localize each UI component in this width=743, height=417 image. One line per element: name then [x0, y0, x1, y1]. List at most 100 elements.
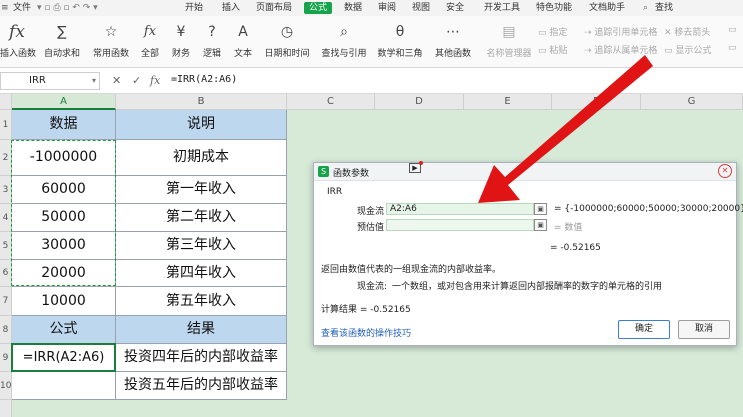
name-manager-button[interactable]: ▤ 名称管理器 — [484, 20, 534, 59]
menu-review[interactable]: 审阅 — [378, 2, 396, 14]
all-functions-button[interactable]: fx 全部 — [137, 20, 163, 59]
cell-b8[interactable]: 结果 — [116, 316, 287, 344]
menu-search[interactable]: 查找 — [655, 2, 673, 14]
cell-a6[interactable]: 20000 — [12, 260, 116, 287]
param-values-label: 现金流 — [357, 207, 385, 217]
column-header-f[interactable]: F — [552, 94, 641, 110]
cell-a2[interactable]: -1000000 — [12, 140, 116, 176]
param-values-result: = {-1000000;60000;50000;30000;20000} — [554, 204, 743, 214]
cell-b3[interactable]: 第一年收入 — [116, 176, 287, 204]
cell-a5[interactable]: 30000 — [12, 232, 116, 260]
cell-a1[interactable]: 数据 — [12, 110, 116, 140]
menu-security[interactable]: 安全 — [446, 2, 464, 14]
lookup-button[interactable]: ⌕ 查找与引用 — [318, 20, 370, 59]
param-guess-input[interactable] — [386, 219, 534, 231]
row-header-8[interactable]: 8 — [0, 316, 12, 344]
menu-view[interactable]: 视图 — [412, 2, 430, 14]
cell-b10[interactable]: 投资五年后的内部收益率 — [116, 372, 287, 400]
ok-button[interactable]: 确定 — [618, 320, 670, 339]
dialog-title-bar[interactable]: S 函数参数 ✕ — [314, 163, 736, 181]
name-box[interactable]: IRR ▾ — [0, 72, 100, 90]
insert-function-button[interactable]: fx 插入函数 — [0, 20, 36, 59]
trace-dependents-button[interactable]: ⇢ 追踪从属单元格 — [584, 43, 657, 56]
column-header-g[interactable]: G — [641, 94, 743, 110]
toolbar-quick-icons[interactable]: ▾ ▫ ⎙ ▫ ↶ ↷ ▾ — [37, 2, 98, 14]
row-header-2[interactable]: 2 — [0, 140, 12, 176]
menu-doc-helper[interactable]: 文档助手 — [589, 2, 625, 14]
row-header-10[interactable]: 10 — [0, 372, 12, 400]
formula-input[interactable]: =IRR(A2:A6) — [171, 74, 237, 85]
tips-video-icon[interactable]: ▶ — [409, 161, 423, 173]
cell-a8[interactable]: 公式 — [12, 316, 116, 344]
menu-bar: ≡ 文件 ▾ ▫ ⎙ ▫ ↶ ↷ ▾ 开始 插入 页面布局 公式 数据 审阅 视… — [0, 0, 743, 16]
range-select-icon[interactable]: ▣ — [534, 203, 547, 215]
logic-button[interactable]: ? 逻辑 — [199, 20, 225, 59]
menu-file[interactable]: 文件 — [13, 2, 31, 14]
confirm-icon[interactable]: ✓ — [132, 74, 141, 87]
cell-a9[interactable]: =IRR(A2:A6) — [12, 344, 116, 372]
function-arguments-dialog: S 函数参数 ✕ IRR 现金流 A2:A6 ▣ = {-1000000;600… — [313, 162, 743, 346]
autosum-button[interactable]: ∑ 自动求和 — [40, 20, 84, 59]
math-button[interactable]: θ 数学和三角 — [374, 20, 426, 59]
row-header-3[interactable]: 3 — [0, 176, 12, 204]
column-header-b[interactable]: B — [116, 94, 287, 110]
show-formulas-button[interactable]: ▭ 显示公式 — [664, 43, 711, 56]
remove-arrows-button[interactable]: ✕ 移去箭头 — [664, 25, 710, 38]
cell-a10[interactable] — [12, 372, 116, 400]
menu-page-layout[interactable]: 页面布局 — [256, 2, 292, 14]
close-icon[interactable]: ✕ — [718, 164, 732, 178]
datetime-button[interactable]: ◷ 日期和时间 — [261, 20, 313, 59]
text-button[interactable]: A 文本 — [230, 20, 256, 59]
cell-b9[interactable]: 投资四年后的内部收益率 — [116, 344, 287, 372]
cell-b5[interactable]: 第三年收入 — [116, 232, 287, 260]
chevron-down-icon[interactable]: ▾ — [92, 73, 96, 89]
paste-button[interactable]: ▭ 粘贴 — [538, 43, 567, 56]
cancel-button[interactable]: 取消 — [678, 320, 730, 339]
cell-b1[interactable]: 说明 — [116, 110, 287, 140]
ribbon-extra-2[interactable]: ▭ — [728, 43, 737, 53]
cell-b7[interactable]: 第五年收入 — [116, 287, 287, 316]
fx-icon[interactable]: fx — [150, 74, 160, 87]
cell-b2[interactable]: 初期成本 — [116, 140, 287, 176]
function-tips-link[interactable]: 查看该函数的操作技巧 — [321, 326, 411, 339]
theta-icon: θ — [395, 24, 405, 40]
other-functions-button[interactable]: ⋯ 其他函数 — [430, 20, 476, 59]
row-header-11[interactable] — [0, 400, 12, 417]
row-header-4[interactable]: 4 — [0, 204, 12, 232]
menu-data[interactable]: 数据 — [344, 2, 362, 14]
param-guess-label: 预估值 — [357, 223, 385, 233]
cell-a4[interactable]: 50000 — [12, 204, 116, 232]
search-icon[interactable]: ⌕ — [643, 2, 648, 14]
menu-features[interactable]: 特色功能 — [536, 2, 572, 14]
cell-a7[interactable]: 10000 — [12, 287, 116, 316]
cell-a3[interactable]: 60000 — [12, 176, 116, 204]
common-functions-button[interactable]: ☆ 常用函数 — [88, 20, 134, 59]
param-values-input[interactable]: A2:A6 — [386, 203, 534, 215]
column-header-a[interactable]: A — [12, 94, 116, 110]
column-header-d[interactable]: D — [375, 94, 464, 110]
cell-b6[interactable]: 第四年收入 — [116, 260, 287, 287]
row-header-6[interactable]: 6 — [0, 260, 12, 287]
row-header-1[interactable]: 1 — [0, 110, 12, 140]
specify-button[interactable]: ▭ 指定 — [538, 25, 567, 38]
finance-button[interactable]: ¥ 财务 — [168, 20, 194, 59]
notification-dot — [419, 161, 423, 165]
menu-developer[interactable]: 开发工具 — [484, 2, 520, 14]
formula-bar: IRR ▾ ✕ ✓ fx =IRR(A2:A6) — [0, 68, 743, 94]
column-header-e[interactable]: E — [464, 94, 552, 110]
range-select-icon[interactable]: ▣ — [534, 219, 547, 231]
ribbon-extra-1[interactable]: ▭ — [728, 25, 737, 35]
row-header-7[interactable]: 7 — [0, 287, 12, 316]
menu-formulas[interactable]: 公式 — [304, 2, 333, 14]
menu-home[interactable]: 开始 — [185, 2, 203, 14]
cell-b4[interactable]: 第二年收入 — [116, 204, 287, 232]
select-all-corner[interactable] — [0, 94, 12, 110]
trace-precedents-button[interactable]: ⇢ 追踪引用单元格 — [584, 25, 657, 38]
column-header-c[interactable]: C — [287, 94, 375, 110]
row-header-5[interactable]: 5 — [0, 232, 12, 260]
star-icon: ☆ — [104, 24, 118, 40]
hamburger-icon[interactable]: ≡ — [1, 2, 9, 14]
cancel-icon[interactable]: ✕ — [112, 74, 121, 87]
menu-insert[interactable]: 插入 — [222, 2, 240, 14]
row-header-9[interactable]: 9 — [0, 344, 12, 372]
